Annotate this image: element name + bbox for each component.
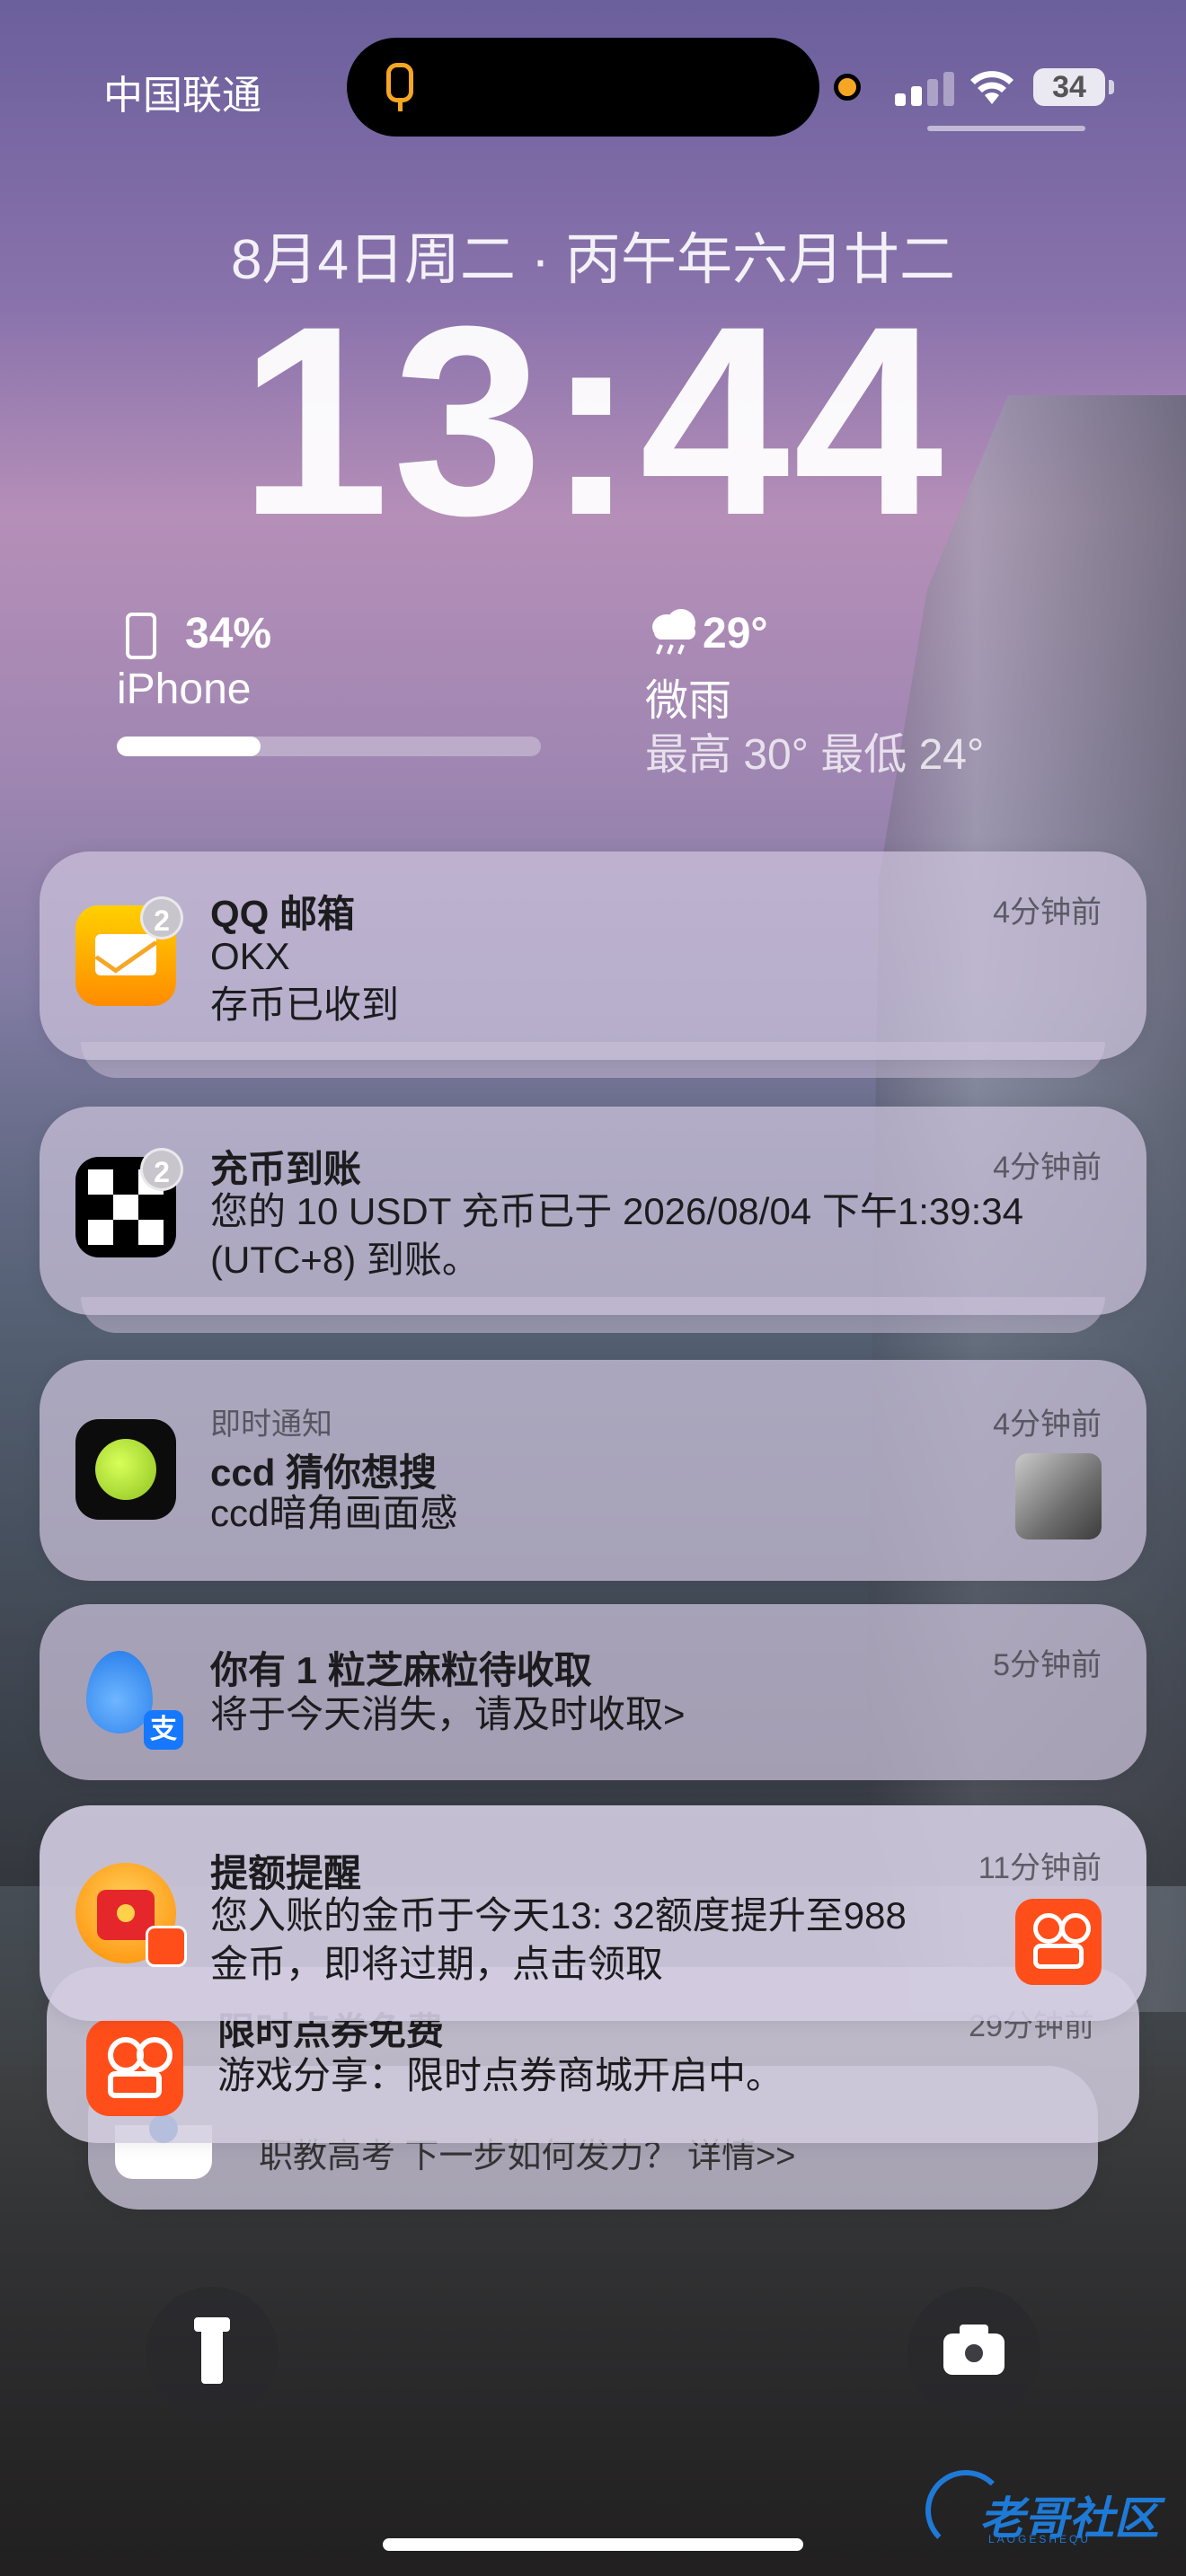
battery-icon: 34 [1033, 68, 1105, 106]
weather-temp: 29° [703, 610, 768, 657]
kuaishou-thumbnail-icon [1015, 1899, 1102, 1985]
lock-time: 13:44 [239, 269, 947, 571]
notification-subtitle: 即时通知 [210, 1407, 332, 1442]
notification-time: 11分钟前 [978, 1851, 1102, 1885]
battery-level-bar [117, 737, 541, 756]
phone-icon [126, 613, 156, 659]
notification-qq-mail[interactable]: 2 QQ 邮箱 4分钟前 OKX 存币已收到 [40, 851, 1146, 1060]
camera-button[interactable] [907, 2287, 1040, 2420]
control-center-indicator[interactable] [927, 126, 1085, 131]
notification-alipay[interactable]: 支 你有 1 粒芝麻粒待收取 5分钟前 将于今天消失，请及时收取> [40, 1604, 1146, 1780]
alipay-icon: 支 [144, 1710, 183, 1750]
battery-percent: 34% [185, 610, 272, 657]
status-bar: 中国联通 34 [0, 0, 1186, 180]
flashlight-icon-body [201, 2323, 223, 2384]
mic-in-use-indicator [834, 74, 861, 101]
cellular-signal-icon [895, 70, 954, 106]
battery-device-name: iPhone [117, 666, 252, 713]
notification-body-line: OKX [210, 935, 290, 977]
notification-body-line: 金币，即将过期，点击领取 [210, 1943, 664, 1985]
notification-count-badge: 2 [140, 1148, 183, 1191]
kuaishou-icon [86, 2019, 183, 2116]
notification-body-line: 存币已收到 [210, 984, 400, 1026]
notification-body-line: 游戏分享：限时点券商城开启中。 [217, 2054, 784, 2096]
notification-title: 你有 1 粒芝麻粒待收取 [210, 1649, 592, 1691]
home-indicator[interactable] [383, 2538, 803, 2551]
notification-time: 5分钟前 [993, 1648, 1102, 1682]
envelope-icon [95, 934, 156, 975]
camera-icon-lens [961, 2341, 987, 2366]
watermark-subtext: LAOGESHEQU [988, 2533, 1092, 2545]
microphone-icon-stand [398, 99, 403, 111]
microphone-icon [386, 63, 413, 102]
notification-time: 4分钟前 [993, 1151, 1102, 1185]
notification-body-line: 您的 10 USDT 充币已于 2026/08/04 下午1:39:34 [210, 1190, 1023, 1232]
rain-cloud-icon [652, 609, 695, 655]
green-dot-icon [95, 1439, 156, 1500]
flashlight-button[interactable] [146, 2287, 279, 2420]
notification-title: QQ 邮箱 [210, 893, 356, 935]
notification-body-line: 您入账的金币于今天13: 32额度提升至988 [210, 1894, 907, 1936]
battery-tip [1109, 80, 1114, 94]
wifi-icon [970, 71, 1013, 104]
watermark-logo: 老哥社区 LAOGESHEQU [925, 2470, 1168, 2551]
battery-level-fill [117, 737, 261, 756]
notification-time: 4分钟前 [993, 1407, 1102, 1442]
water-drop-icon [86, 1651, 153, 1734]
notification-title: 充币到账 [210, 1148, 362, 1190]
notification-body-line: 将于今天消失，请及时收取> [210, 1693, 686, 1735]
notification-body-line: ccd暗角画面感 [210, 1492, 458, 1534]
notification-thumbnail-image [1015, 1453, 1102, 1539]
notification-ccd[interactable]: 即时通知 4分钟前 ccd 猜你想搜 ccd暗角画面感 [40, 1360, 1146, 1581]
weather-range: 最高 30° 最低 24° [645, 731, 985, 779]
notification-time: 4分钟前 [993, 895, 1102, 930]
notification-title: 提额提醒 [210, 1852, 362, 1894]
kuaishou-small-icon [146, 1926, 187, 1967]
notification-count-badge: 2 [140, 896, 183, 940]
notification-kuaishou-quota[interactable]: 提额提醒 11分钟前 您入账的金币于今天13: 32额度提升至988 金币，即将… [40, 1805, 1146, 2021]
notification-okx[interactable]: 2 充币到账 4分钟前 您的 10 USDT 充币已于 2026/08/04 下… [40, 1107, 1146, 1315]
notification-body-line: (UTC+8) 到账。 [210, 1239, 480, 1281]
carrier-label: 中国联通 [103, 74, 261, 118]
dynamic-island[interactable] [347, 38, 819, 137]
ccd-icon [75, 1419, 176, 1520]
